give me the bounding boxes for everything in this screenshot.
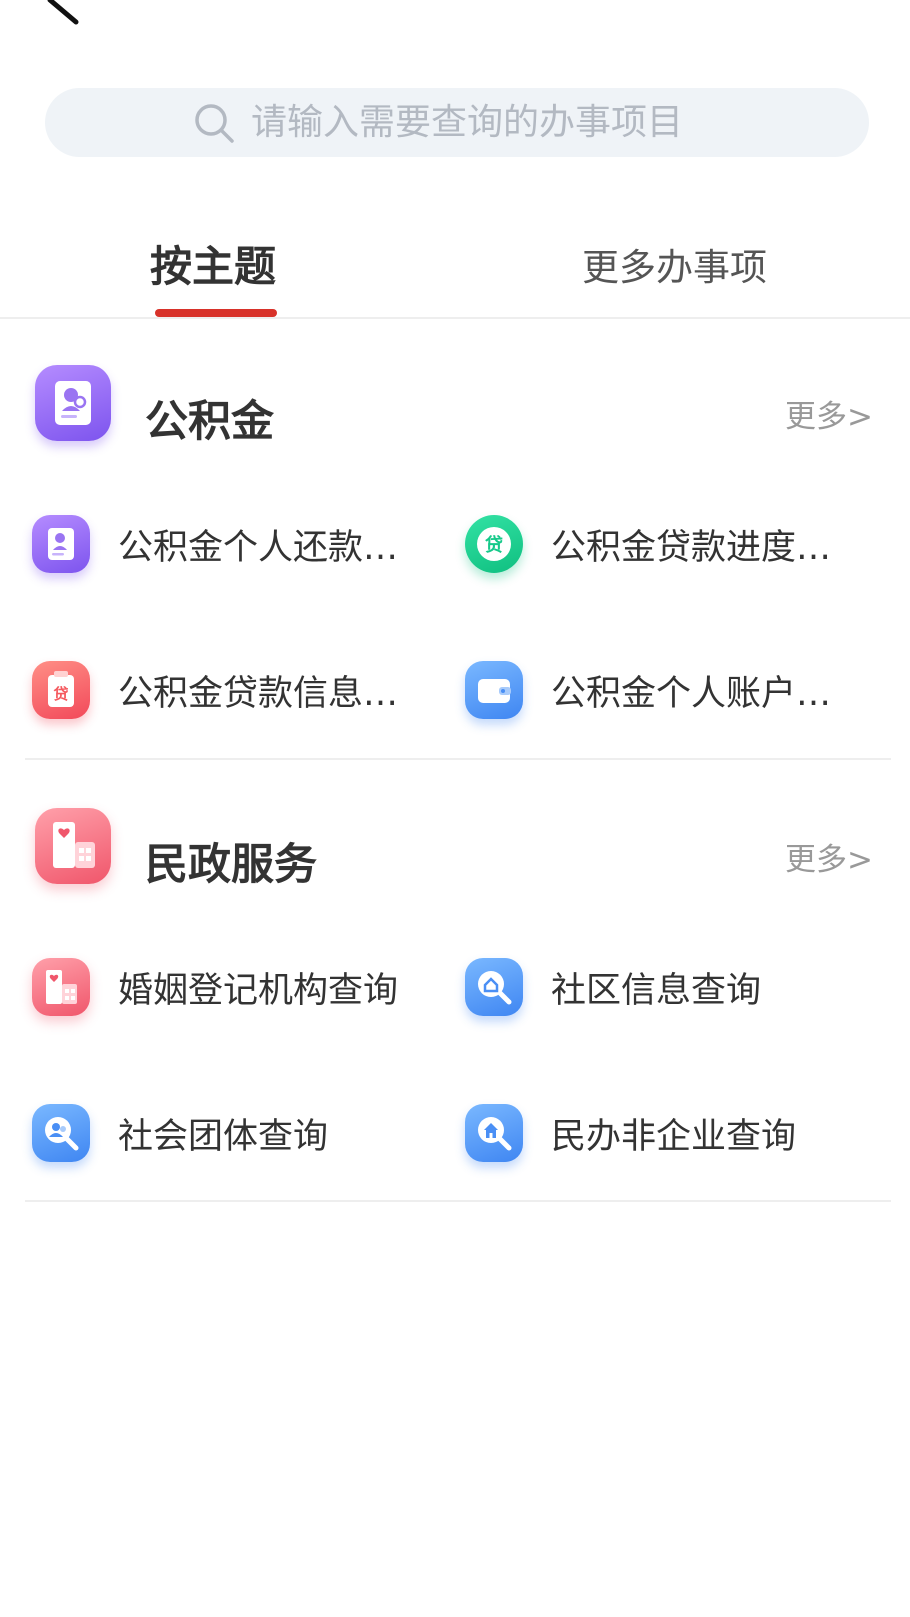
- back-arrow-icon: [47, 0, 79, 25]
- service-item[interactable]: 社区信息查询: [465, 952, 865, 1022]
- service-item[interactable]: 贷 公积金贷款信息…: [32, 655, 432, 725]
- service-item-label: 婚姻登记机构查询: [118, 970, 399, 1011]
- service-item[interactable]: 公积金个人还款…: [32, 509, 432, 579]
- more-link[interactable]: 更多>: [785, 391, 873, 436]
- section-title: 民政服务: [145, 840, 317, 890]
- more-link[interactable]: 更多>: [785, 834, 873, 879]
- tab-more-items[interactable]: 更多办事项: [582, 237, 767, 291]
- active-tab-indicator: [155, 309, 277, 317]
- service-item-label: 民办非企业查询: [551, 1116, 797, 1157]
- svg-text:贷: 贷: [485, 534, 503, 556]
- service-item-label: 公积金贷款信息…: [118, 673, 399, 714]
- service-item-label: 公积金贷款进度…: [551, 527, 832, 568]
- search-input[interactable]: [251, 102, 721, 143]
- section-header: 公积金 更多>: [0, 365, 910, 465]
- search-icon: [195, 103, 234, 143]
- building-heart-icon: [35, 808, 111, 884]
- section-civil-affairs: 民政服务 更多> 婚姻登记机构查询 社区信息查询 社会团体查询 民办非企业查询: [0, 808, 910, 1208]
- tab-by-theme[interactable]: 按主题: [150, 233, 276, 294]
- loan-coin-icon: 贷: [465, 515, 523, 573]
- loan-clipboard-icon: 贷: [32, 661, 90, 719]
- section-title: 公积金: [145, 397, 274, 447]
- community-search-icon: [465, 958, 523, 1016]
- building-heart-icon: [32, 958, 90, 1016]
- section-header: 民政服务 更多>: [0, 808, 910, 908]
- service-item[interactable]: 公积金个人账户…: [465, 655, 865, 725]
- search-bar[interactable]: [45, 88, 869, 157]
- service-item[interactable]: 贷 公积金贷款进度…: [465, 509, 865, 579]
- section-housing-fund: 公积金 更多> 公积金个人还款… 贷 公积金贷款进度… 贷 公积金贷款信息… 公…: [0, 365, 910, 765]
- service-item[interactable]: 社会团体查询: [32, 1098, 432, 1168]
- id-card-icon: [32, 515, 90, 573]
- service-item[interactable]: 民办非企业查询: [465, 1098, 865, 1168]
- tab-bar: 按主题 更多办事项: [0, 225, 910, 319]
- section-divider: [25, 1200, 891, 1202]
- svg-text:贷: 贷: [53, 685, 68, 703]
- section-divider: [25, 758, 891, 760]
- house-search-icon: [465, 1104, 523, 1162]
- service-item-label: 公积金个人还款…: [118, 527, 399, 568]
- back-button[interactable]: [40, 0, 90, 40]
- service-item-label: 社区信息查询: [551, 970, 762, 1011]
- service-item[interactable]: 婚姻登记机构查询: [32, 952, 432, 1022]
- wallet-icon: [465, 661, 523, 719]
- group-search-icon: [32, 1104, 90, 1162]
- service-item-label: 社会团体查询: [118, 1116, 329, 1157]
- service-item-label: 公积金个人账户…: [551, 673, 832, 714]
- id-card-icon: [35, 365, 111, 441]
